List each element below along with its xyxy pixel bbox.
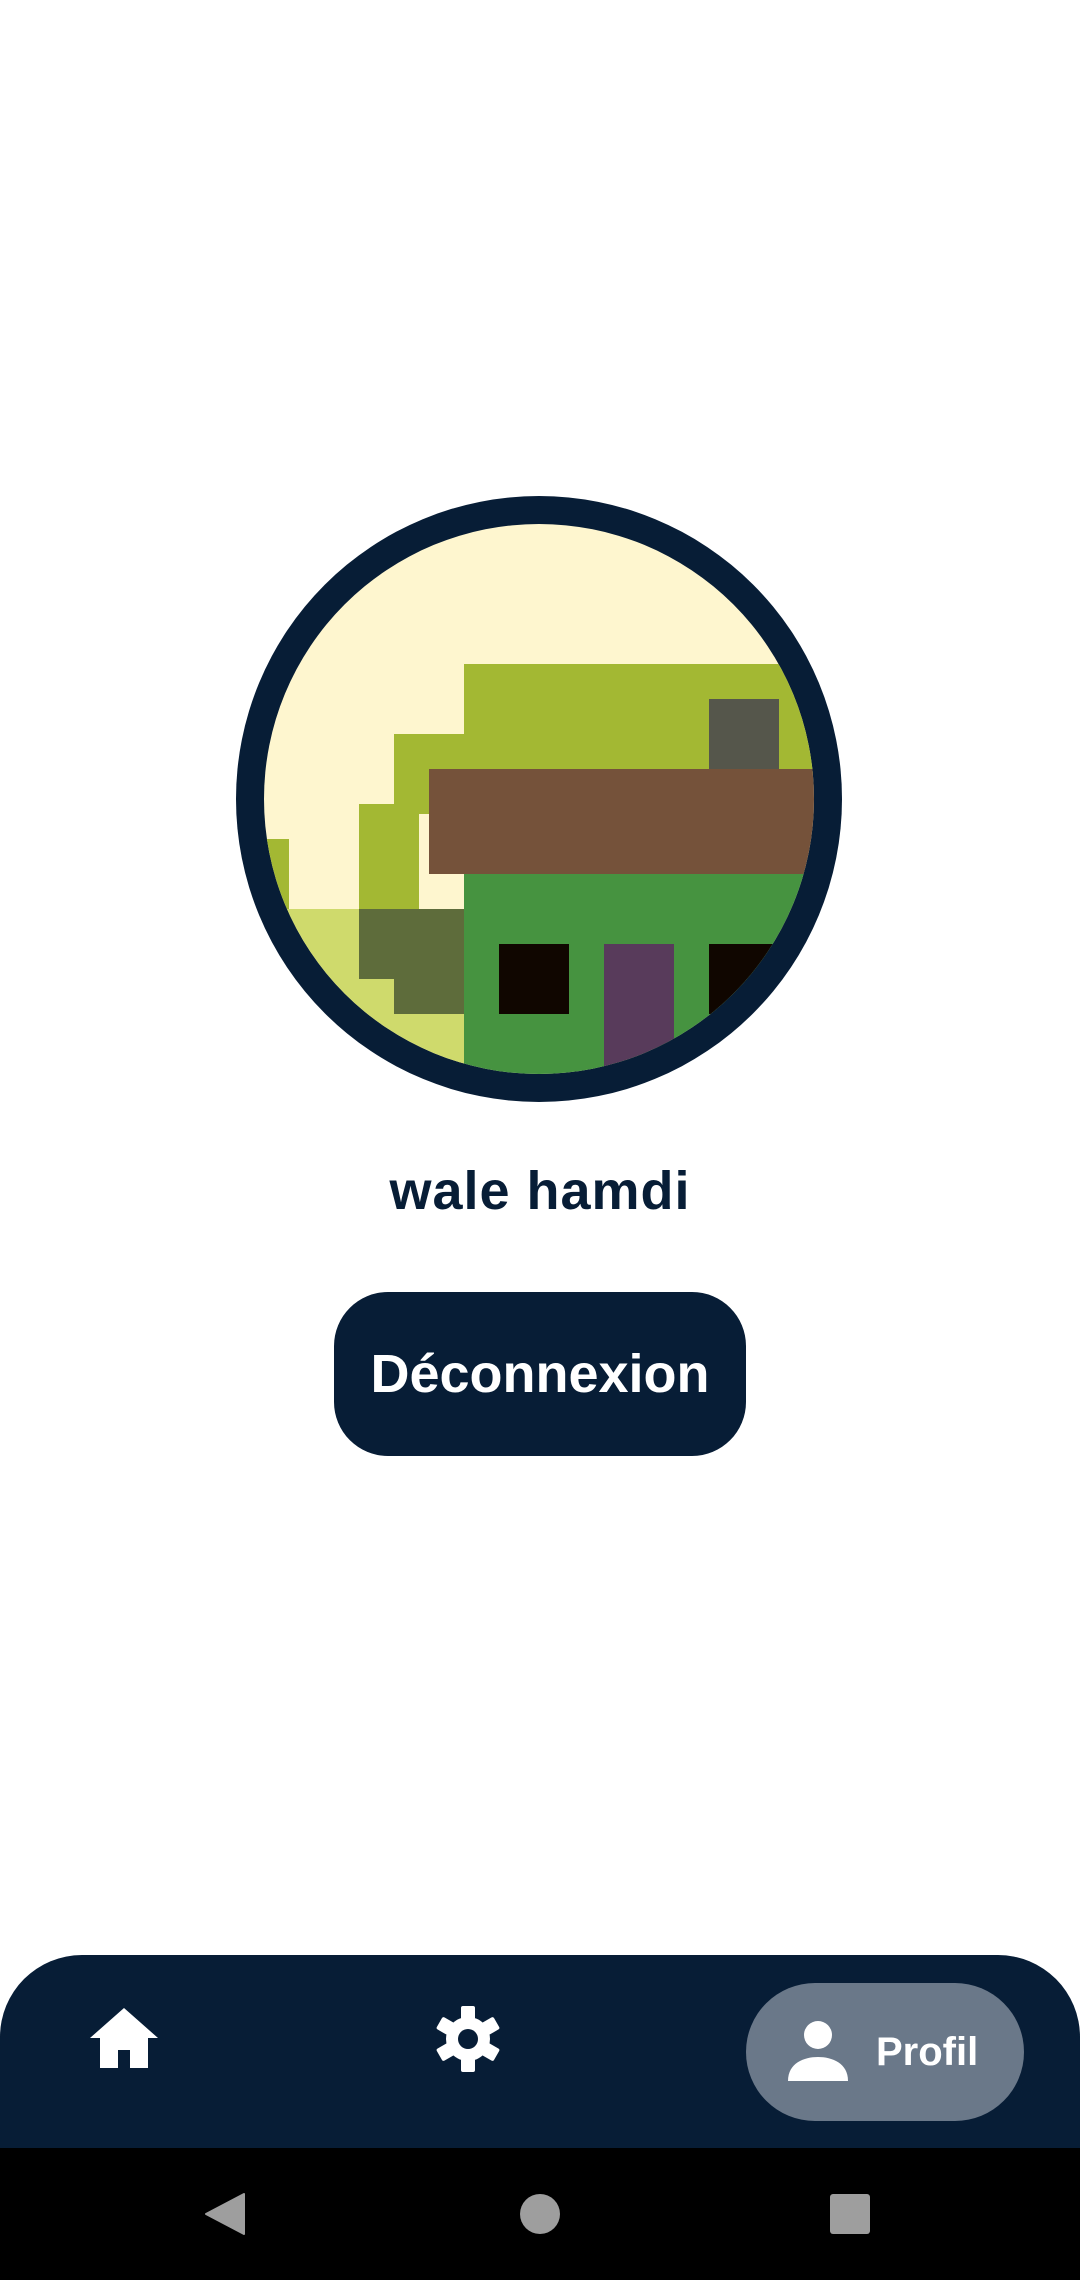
nav-item-profile-label: Profil — [876, 2029, 979, 2074]
bottom-navigation: Profil — [0, 1955, 1080, 2148]
gear-icon — [436, 2006, 500, 2072]
home-circle-icon[interactable] — [516, 2190, 564, 2238]
back-icon[interactable] — [202, 2190, 250, 2238]
nav-item-profile[interactable]: Profil — [746, 1983, 1024, 2121]
nav-item-settings[interactable] — [422, 1993, 514, 2085]
nav-item-home[interactable] — [78, 1993, 170, 2085]
person-icon — [788, 2021, 848, 2081]
avatar — [236, 496, 842, 1102]
system-navigation-bar — [0, 2148, 1080, 2280]
avatar-image — [264, 524, 814, 1074]
logout-button[interactable]: Déconnexion — [334, 1292, 746, 1456]
recents-icon[interactable] — [826, 2190, 874, 2238]
home-icon — [90, 2008, 158, 2068]
user-name: wale hamdi — [389, 1161, 691, 1221]
profile-screen: wale hamdi Déconnexion Profil — [0, 0, 1080, 2280]
